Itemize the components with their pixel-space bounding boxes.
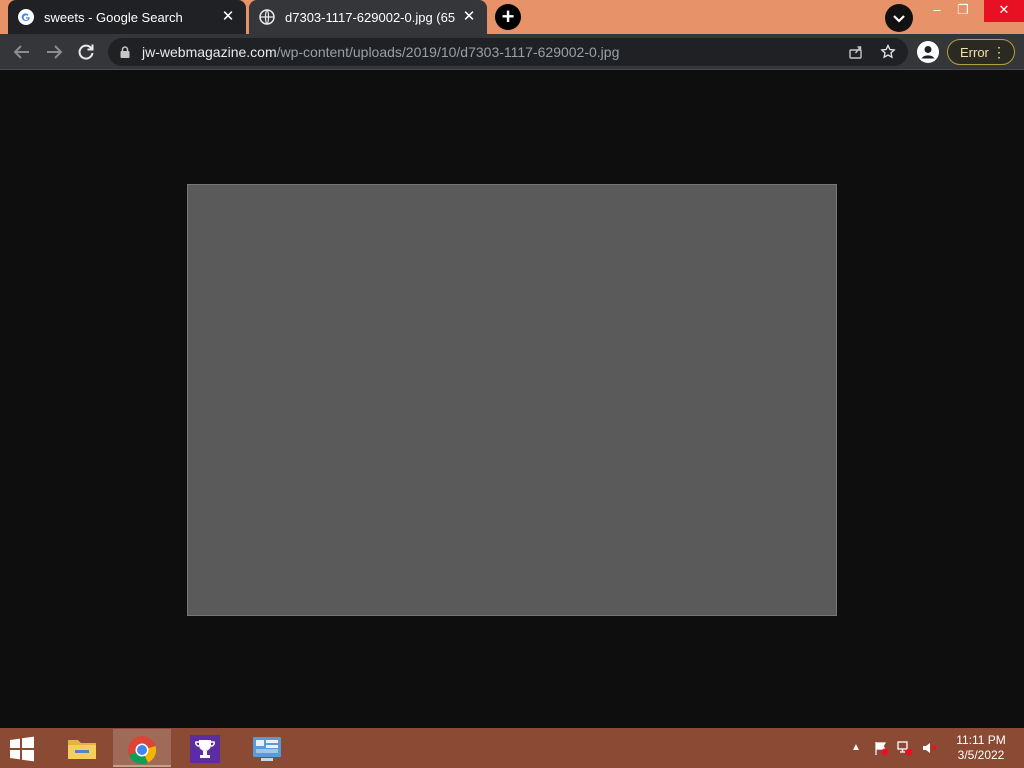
clock-time: 11:11 PM [956, 733, 1006, 747]
chevron-down-icon [893, 15, 905, 23]
volume-muted-icon[interactable] [921, 740, 937, 756]
new-tab-button[interactable]: + [495, 4, 521, 30]
share-icon[interactable] [848, 44, 864, 60]
tab-title: sweets - Google Search [44, 9, 183, 25]
arrow-right-icon [47, 45, 63, 59]
profile-error-button[interactable]: Error ⋮ [947, 39, 1015, 65]
tab-title: d7303-1117-629002-0.jpg (650× [285, 9, 455, 25]
url-text: jw-webmagazine.com/wp-content/uploads/20… [142, 44, 619, 60]
google-g-icon [18, 9, 34, 25]
system-clock[interactable]: 11:11 PM 3/5/2022 [950, 733, 1012, 763]
restore-button[interactable]: ❐ [948, 0, 978, 22]
control-panel-icon [253, 737, 281, 761]
file-explorer-icon [68, 740, 96, 759]
browser-toolbar: jw-webmagazine.com/wp-content/uploads/20… [0, 34, 1024, 70]
action-center-flag-icon[interactable] [873, 740, 889, 756]
network-icon[interactable] [897, 740, 913, 756]
tab-google-search[interactable]: sweets - Google Search ✕ [8, 0, 246, 34]
url-host: jw-webmagazine.com [142, 44, 277, 60]
arrow-left-icon [13, 45, 29, 59]
close-tab-icon[interactable]: ✕ [220, 9, 236, 25]
reload-button[interactable] [72, 38, 100, 66]
trophy-app-icon [190, 735, 220, 763]
lock-icon[interactable] [118, 45, 132, 59]
tab-image[interactable]: d7303-1117-629002-0.jpg (650× ✕ [249, 0, 487, 34]
reload-icon [78, 44, 94, 60]
show-hidden-icons-button[interactable]: ▲ [851, 742, 861, 753]
url-path: /wp-content/uploads/2019/10/d7303-1117-6… [276, 44, 620, 60]
forward-button[interactable] [40, 38, 68, 66]
tab-strip: sweets - Google Search ✕ d7303-1117-6290… [0, 0, 1024, 34]
window-close-button[interactable]: ✕ [984, 0, 1024, 22]
displayed-image[interactable] [187, 184, 837, 616]
error-label: Error [960, 44, 989, 60]
close-tab-icon[interactable]: ✕ [461, 9, 477, 25]
taskbar-trophy-app[interactable] [176, 729, 234, 767]
globe-icon [259, 9, 275, 25]
clock-date: 3/5/2022 [957, 748, 1005, 762]
chrome-icon [128, 736, 157, 764]
tab-search-button[interactable] [885, 4, 913, 32]
profile-avatar-icon[interactable] [917, 41, 939, 63]
windows-start-icon[interactable] [6, 736, 38, 762]
bookmark-star-icon[interactable] [880, 44, 896, 60]
back-button[interactable] [8, 38, 36, 66]
taskbar-control-panel[interactable] [238, 729, 296, 767]
taskbar-chrome[interactable] [113, 729, 171, 767]
windows-taskbar: ▲ 11:11 PM 3/5/2022 [0, 728, 1024, 768]
address-bar[interactable]: jw-webmagazine.com/wp-content/uploads/20… [108, 38, 908, 66]
kebab-menu-icon[interactable]: ⋮ [992, 44, 1006, 60]
taskbar-file-explorer[interactable] [53, 729, 111, 767]
